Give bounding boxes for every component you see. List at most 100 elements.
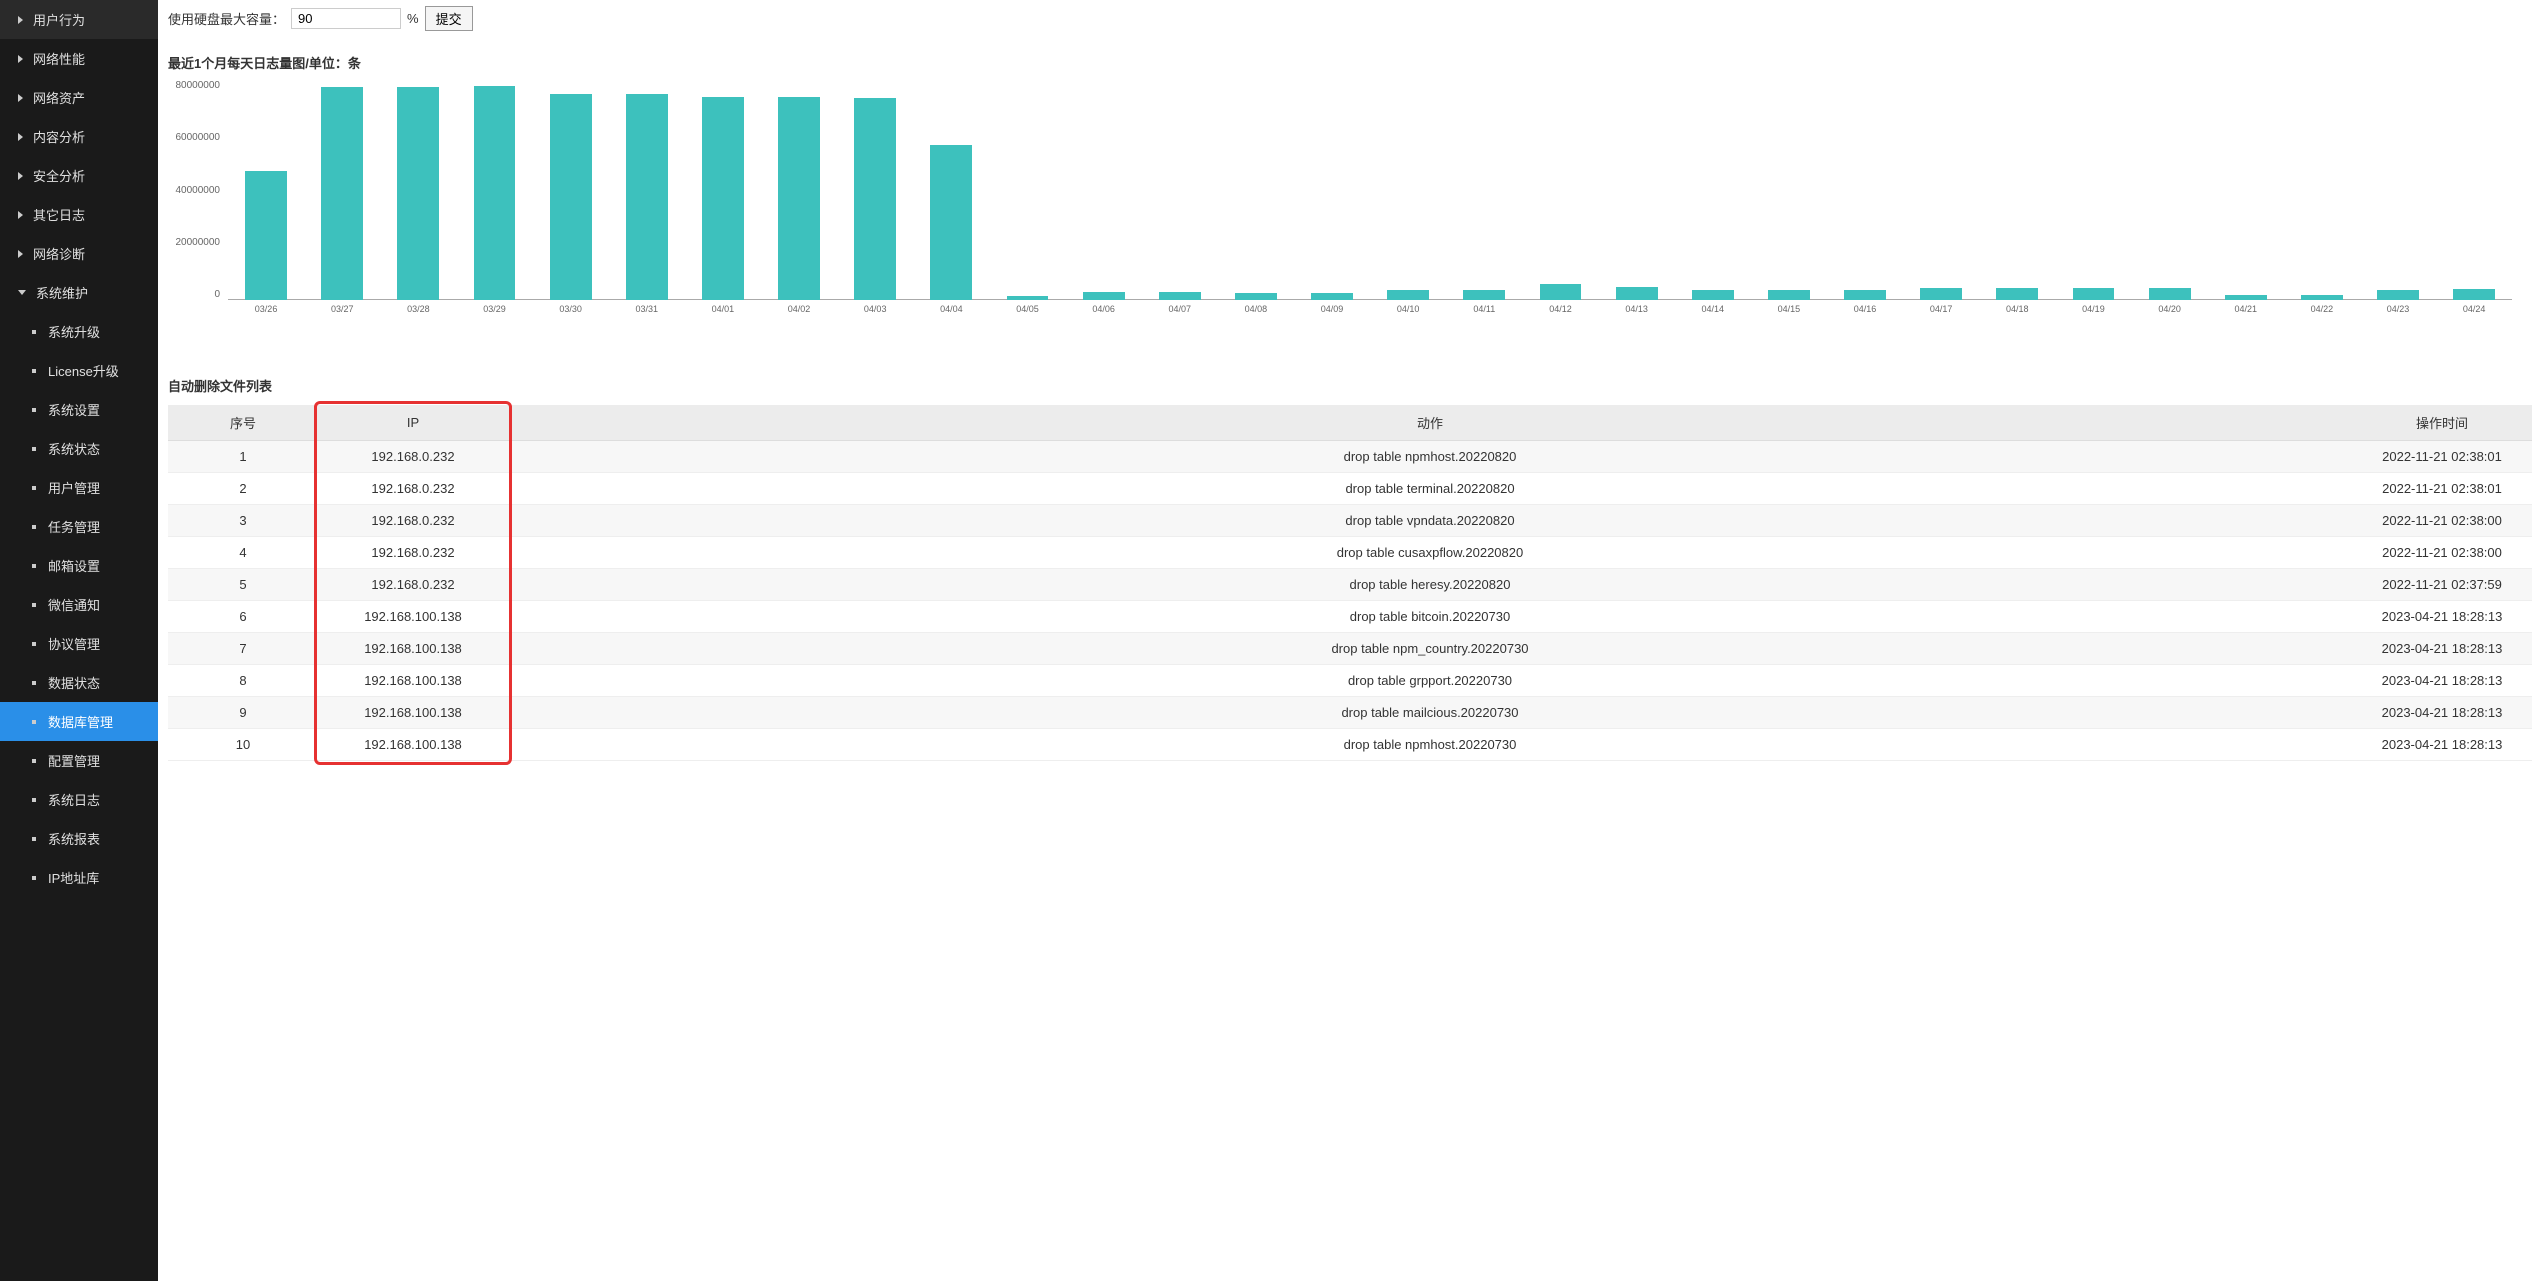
chart-bar[interactable] bbox=[245, 171, 287, 300]
sidebar-subitem[interactable]: 数据状态 bbox=[0, 663, 158, 702]
chart-bar[interactable] bbox=[2453, 289, 2495, 300]
sidebar-item[interactable]: 用户行为 bbox=[0, 0, 158, 39]
x-tick-label: 03/28 bbox=[380, 304, 456, 314]
sidebar-subitem[interactable]: 用户管理 bbox=[0, 468, 158, 507]
table-row: 4192.168.0.232drop table cusaxpflow.2022… bbox=[168, 537, 2532, 569]
x-tick-label: 04/20 bbox=[2132, 304, 2208, 314]
chart-bar[interactable] bbox=[1083, 292, 1125, 300]
sidebar-item[interactable]: 其它日志 bbox=[0, 195, 158, 234]
disk-capacity-input[interactable] bbox=[291, 8, 401, 29]
table-title: 自动删除文件列表 bbox=[168, 340, 2532, 405]
chart-bar[interactable] bbox=[2149, 288, 2191, 300]
sidebar-subitem[interactable]: 系统升级 bbox=[0, 312, 158, 351]
disk-unit: % bbox=[407, 11, 419, 26]
sidebar-item[interactable]: 网络性能 bbox=[0, 39, 158, 78]
sidebar-subitem[interactable]: 任务管理 bbox=[0, 507, 158, 546]
chart-bar-slot bbox=[837, 98, 913, 300]
chart-bar[interactable] bbox=[1616, 287, 1658, 300]
chart-bar[interactable] bbox=[1007, 296, 1049, 300]
chart-bar[interactable] bbox=[1920, 288, 1962, 300]
sidebar-item-label: 网络性能 bbox=[33, 49, 85, 68]
sidebar-item[interactable]: 网络诊断 bbox=[0, 234, 158, 273]
chart-bar-slot bbox=[456, 86, 532, 301]
sidebar-subitem[interactable]: 系统状态 bbox=[0, 429, 158, 468]
chart-bar[interactable] bbox=[550, 94, 592, 300]
chart-bar[interactable] bbox=[2301, 295, 2343, 301]
bullet-icon bbox=[32, 330, 36, 334]
bullet-icon bbox=[32, 369, 36, 373]
cell-ip: 192.168.100.138 bbox=[318, 601, 508, 633]
sidebar-subitem[interactable]: IP地址库 bbox=[0, 858, 158, 897]
cell-seq: 2 bbox=[168, 473, 318, 505]
x-tick-label: 04/21 bbox=[2208, 304, 2284, 314]
chart-bar-slot bbox=[2055, 288, 2131, 300]
submit-button[interactable]: 提交 bbox=[425, 6, 473, 31]
sidebar-subitem[interactable]: 配置管理 bbox=[0, 741, 158, 780]
chart-bar-slot bbox=[1294, 293, 1370, 300]
x-tick-label: 04/13 bbox=[1599, 304, 1675, 314]
sidebar-subitem[interactable]: 邮箱设置 bbox=[0, 546, 158, 585]
chart-bar[interactable] bbox=[1311, 293, 1353, 300]
chart-bar[interactable] bbox=[1768, 290, 1810, 300]
table-row: 7192.168.100.138drop table npm_country.2… bbox=[168, 633, 2532, 665]
sidebar-item-label: 内容分析 bbox=[33, 127, 85, 146]
sidebar-item-expanded[interactable]: 系统维护 bbox=[0, 273, 158, 312]
chart-bar[interactable] bbox=[930, 145, 972, 300]
cell-seq: 1 bbox=[168, 441, 318, 473]
chart-bar[interactable] bbox=[2225, 295, 2267, 301]
chart-bar[interactable] bbox=[1844, 290, 1886, 300]
chart-bar-slot bbox=[1370, 290, 1446, 300]
disk-label: 使用硬盘最大容量： bbox=[168, 9, 285, 28]
chart-bar[interactable] bbox=[1463, 290, 1505, 300]
chart-bar-slot bbox=[1675, 290, 1751, 300]
chart-bar-slot bbox=[1066, 292, 1142, 300]
chart-bar[interactable] bbox=[2377, 290, 2419, 300]
sidebar-subitem[interactable]: 数据库管理 bbox=[0, 702, 158, 741]
y-tick-label: 0 bbox=[214, 289, 220, 300]
sidebar-subitem[interactable]: 协议管理 bbox=[0, 624, 158, 663]
chevron-right-icon bbox=[18, 94, 23, 102]
chart-bar[interactable] bbox=[474, 86, 516, 301]
sidebar-subitem[interactable]: 系统报表 bbox=[0, 819, 158, 858]
chart-bar[interactable] bbox=[626, 94, 668, 300]
x-tick-label: 04/15 bbox=[1751, 304, 1827, 314]
chart-bar[interactable] bbox=[1235, 293, 1277, 300]
chart-bar[interactable] bbox=[854, 98, 896, 300]
table-row: 6192.168.100.138drop table bitcoin.20220… bbox=[168, 601, 2532, 633]
cell-seq: 9 bbox=[168, 697, 318, 729]
x-tick-label: 04/19 bbox=[2055, 304, 2131, 314]
bullet-icon bbox=[32, 642, 36, 646]
bullet-icon bbox=[32, 759, 36, 763]
chart-bar[interactable] bbox=[1692, 290, 1734, 300]
chart-bar[interactable] bbox=[1387, 290, 1429, 300]
chart-bar[interactable] bbox=[2073, 288, 2115, 300]
sidebar-subitem[interactable]: 系统设置 bbox=[0, 390, 158, 429]
cell-action: drop table grpport.20220730 bbox=[508, 665, 2352, 697]
chart-bar[interactable] bbox=[1159, 292, 1201, 300]
bullet-icon bbox=[32, 564, 36, 568]
chart-bar[interactable] bbox=[1996, 288, 2038, 300]
chart-bar[interactable] bbox=[321, 87, 363, 300]
cell-ip: 192.168.100.138 bbox=[318, 729, 508, 761]
sidebar-item[interactable]: 内容分析 bbox=[0, 117, 158, 156]
x-tick-label: 04/07 bbox=[1142, 304, 1218, 314]
cell-time: 2022-11-21 02:38:01 bbox=[2352, 473, 2532, 505]
chart-bar[interactable] bbox=[397, 87, 439, 300]
sidebar-item-label: 任务管理 bbox=[48, 517, 100, 536]
cell-time: 2022-11-21 02:37:59 bbox=[2352, 569, 2532, 601]
sidebar-subitem[interactable]: 微信通知 bbox=[0, 585, 158, 624]
chart-bar[interactable] bbox=[778, 97, 820, 301]
cell-action: drop table npm_country.20220730 bbox=[508, 633, 2352, 665]
sidebar-subitem[interactable]: License升级 bbox=[0, 351, 158, 390]
chart-y-axis: 800000006000000040000000200000000 bbox=[168, 80, 228, 300]
y-tick-label: 60000000 bbox=[176, 132, 221, 143]
sidebar-subitem[interactable]: 系统日志 bbox=[0, 780, 158, 819]
sidebar-item-label: 网络诊断 bbox=[33, 244, 85, 263]
x-tick-label: 04/01 bbox=[685, 304, 761, 314]
chart-bar[interactable] bbox=[702, 97, 744, 301]
sidebar-item[interactable]: 网络资产 bbox=[0, 78, 158, 117]
sidebar-item[interactable]: 安全分析 bbox=[0, 156, 158, 195]
chart-bar-slot bbox=[1522, 284, 1598, 300]
bullet-icon bbox=[32, 681, 36, 685]
chart-bar[interactable] bbox=[1540, 284, 1582, 300]
